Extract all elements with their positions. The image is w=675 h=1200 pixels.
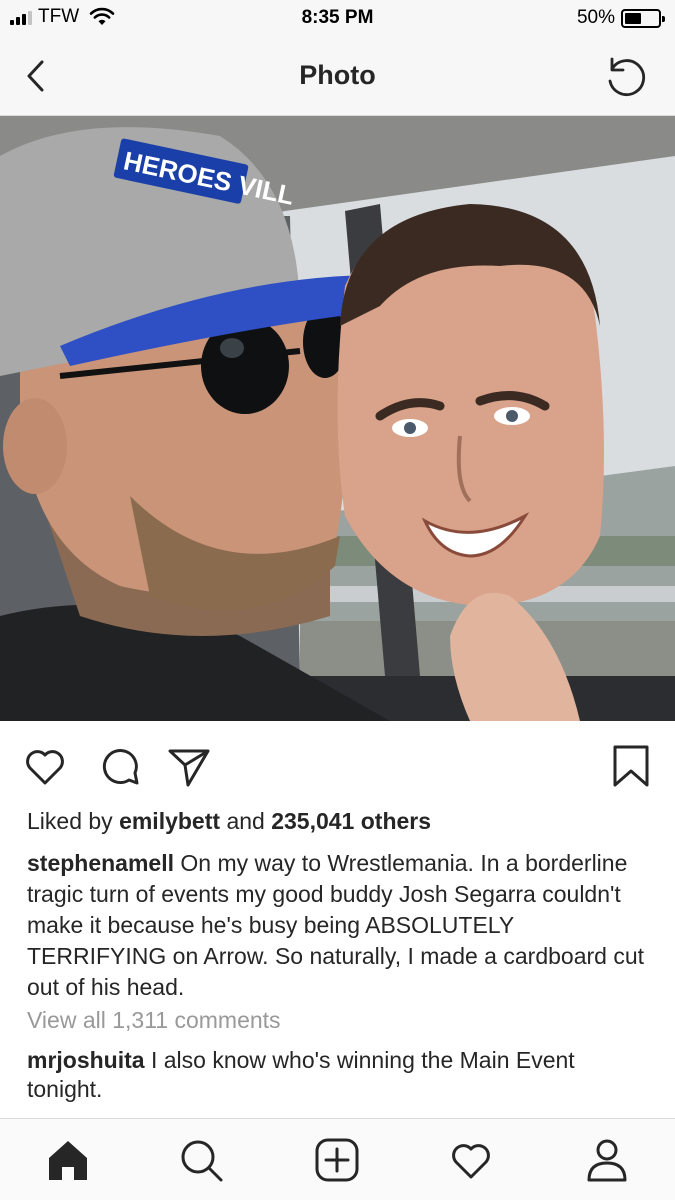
- comment-icon[interactable]: [96, 743, 142, 789]
- post-caption: stephenamell On my way to Wrestlemania. …: [27, 848, 652, 1003]
- refresh-icon[interactable]: [603, 54, 649, 100]
- comment-item: mrjoshuita I also know who's winning the…: [27, 1046, 652, 1104]
- post-photo[interactable]: HEROES VILL: [0, 116, 675, 721]
- post-actions: [0, 735, 675, 795]
- comment-username-link[interactable]: mrjoshuita: [27, 1047, 145, 1073]
- heart-icon[interactable]: [22, 743, 68, 789]
- battery-icon: [621, 8, 665, 28]
- activity-heart-icon[interactable]: [448, 1137, 494, 1183]
- search-icon[interactable]: [178, 1137, 224, 1183]
- post-photo-illustration: HEROES VILL: [0, 116, 675, 721]
- status-bar: TFW 8:35 PM 50%: [0, 0, 675, 38]
- likes-prefix: Liked by: [27, 808, 113, 834]
- nav-bar: Photo: [0, 38, 675, 116]
- view-all-comments-link[interactable]: View all 1,311 comments: [27, 1007, 281, 1034]
- profile-icon[interactable]: [584, 1137, 630, 1183]
- caption-username-link[interactable]: stephenamell: [27, 850, 174, 876]
- status-time: 8:35 PM: [301, 7, 374, 28]
- liked-by-user-link[interactable]: emilybett: [119, 808, 220, 834]
- bookmark-icon[interactable]: [608, 743, 654, 789]
- add-icon[interactable]: [314, 1137, 360, 1183]
- likes-middle: and: [226, 808, 265, 834]
- battery-percent: 50%: [576, 7, 615, 28]
- page-title: Photo: [299, 60, 376, 90]
- likes-count-link[interactable]: 235,041 others: [271, 808, 431, 834]
- status-right: 50%: [576, 7, 665, 29]
- home-icon[interactable]: [45, 1137, 91, 1183]
- likes-line: Liked by emilybett and 235,041 others: [27, 808, 431, 835]
- tab-bar: [0, 1118, 675, 1200]
- share-icon[interactable]: [166, 743, 212, 789]
